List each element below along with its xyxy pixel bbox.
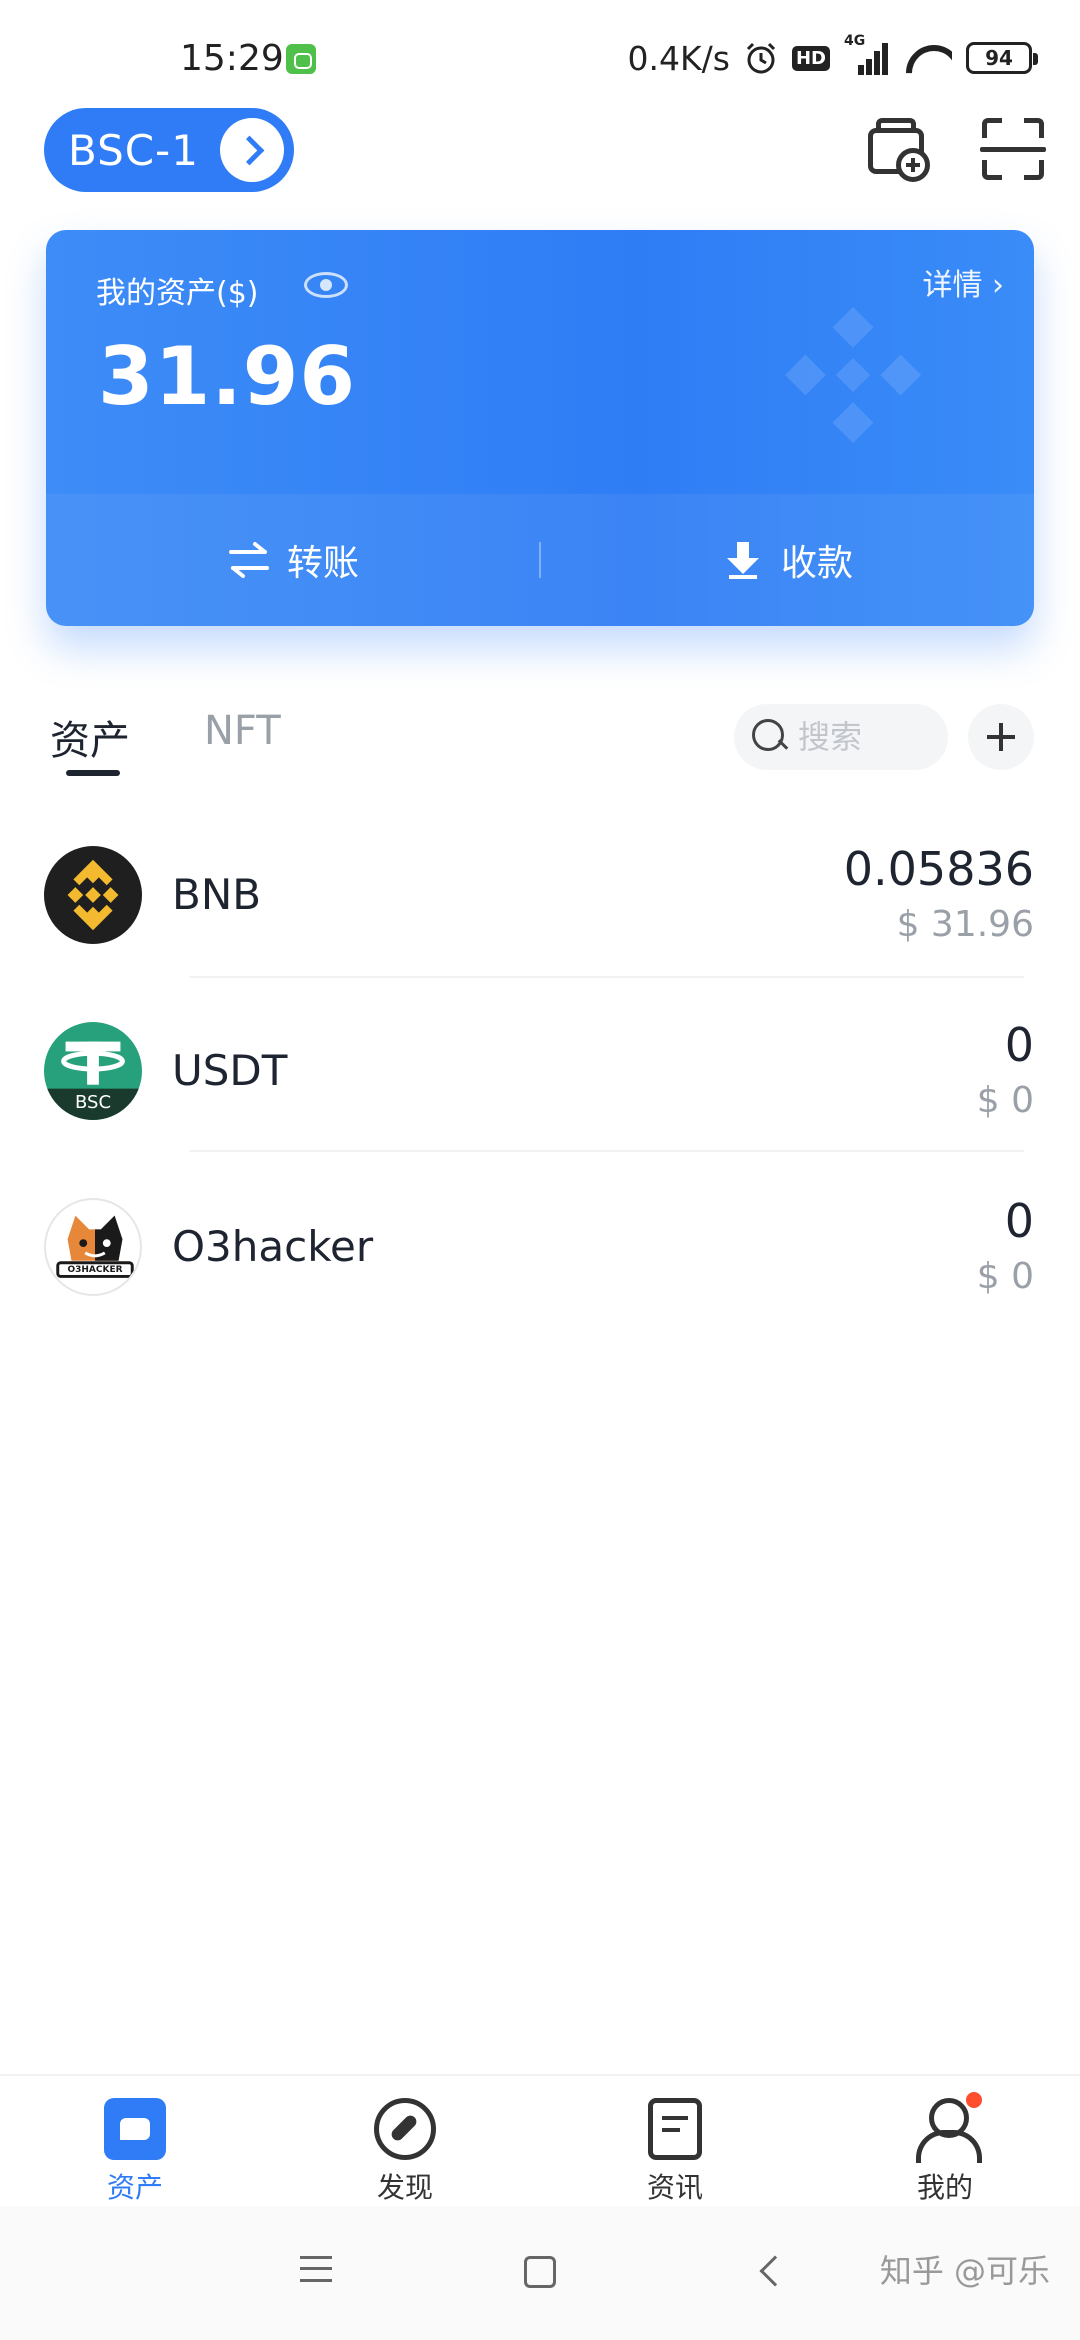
nav-assets[interactable]: 资产 [0,2076,270,2206]
nav-me[interactable]: 我的 [810,2076,1080,2206]
network-label: BSC-1 [68,125,199,175]
wallet-add-icon[interactable] [866,116,932,182]
swap-icon [228,542,269,578]
total-balance: 31.96 [98,330,357,423]
scan-icon[interactable] [980,116,1046,182]
chevron-right-icon [220,118,284,182]
bnb-watermark-icon [785,307,921,443]
compass-icon [374,2098,436,2160]
nav-discover[interactable]: 发现 [270,2076,540,2206]
bottom-nav: 资产 发现 资讯 我的 [0,2074,1080,2206]
token-name: USDT [172,1046,288,1095]
asset-label: 我的资产($) [96,276,259,311]
token-amount: 0 [1004,1018,1034,1072]
system-nav-bar: 知乎 @可乐 [0,2206,1080,2340]
user-icon [914,2098,982,2163]
back-icon[interactable] [759,2255,791,2287]
nav-label: 我的 [916,2171,973,2204]
card-actions: 转账 收款 [46,494,1034,626]
wifi-icon [904,41,952,75]
token-row-o3hacker[interactable]: O3HACKER O3hacker 0 $ 0 [0,1176,1080,1352]
bsc-badge: BSC [74,1092,112,1113]
network-selector[interactable]: BSC-1 [44,108,294,192]
token-value: $ 0 [976,1080,1034,1121]
transfer-label: 转账 [286,543,359,584]
notification-dot [966,2092,982,2108]
nav-news[interactable]: 资讯 [540,2076,810,2206]
tab-assets[interactable]: 资产 [50,708,130,766]
nav-label: 资产 [106,2171,163,2204]
o3hacker-logo-text: O3HACKER [67,1265,123,1275]
list-divider [190,976,1024,978]
search-icon [752,719,788,755]
list-divider [190,1150,1024,1152]
usdt-logo-icon: BSC [44,1022,142,1120]
bnb-logo-icon [44,846,142,944]
status-indicators: 0.4K/s HD 4G 94 [627,33,1038,80]
battery-icon: 94 [966,42,1038,74]
token-value: $ 0 [976,1256,1034,1297]
nav-label: 发现 [376,2171,433,2204]
network-speed: 0.4K/s [627,38,730,78]
token-row-bnb[interactable]: BNB 0.05836 $ 31.96 [0,824,1080,1000]
status-bar: 15:29 0.4K/s HD 4G 94 [0,0,1080,110]
home-icon[interactable] [524,2256,556,2288]
token-value: $ 31.96 [896,904,1034,945]
add-token-button[interactable] [968,704,1034,770]
receive-button[interactable]: 收款 [540,494,1034,626]
news-icon [648,2098,702,2160]
action-divider [539,542,541,578]
tab-nft[interactable]: NFT [204,708,281,754]
search-box[interactable] [734,704,948,770]
receive-label: 收款 [780,543,853,584]
active-tab-indicator [66,770,120,776]
app-notification-icon [286,44,316,74]
cellular-signal-icon: 4G [844,33,890,75]
o3hacker-logo-icon: O3HACKER [44,1198,142,1296]
search-input[interactable] [798,718,928,756]
asset-card: 我的资产($) 详情 › 31.96 转账 收款 [46,230,1034,626]
recent-apps-icon[interactable] [300,2256,332,2282]
watermark: 知乎 @可乐 [879,2252,1050,2290]
status-time: 15:29 [180,38,284,79]
token-name: BNB [172,870,262,919]
token-amount: 0 [1004,1194,1034,1248]
nav-label: 资讯 [646,2171,703,2204]
token-name: O3hacker [172,1222,374,1271]
download-icon [726,542,759,579]
hd-icon: HD [791,45,830,71]
transfer-button[interactable]: 转账 [46,494,540,626]
wallet-icon [104,2098,166,2160]
eye-icon[interactable] [304,272,348,298]
token-amount: 0.05836 [843,842,1034,896]
alarm-icon [746,42,776,74]
